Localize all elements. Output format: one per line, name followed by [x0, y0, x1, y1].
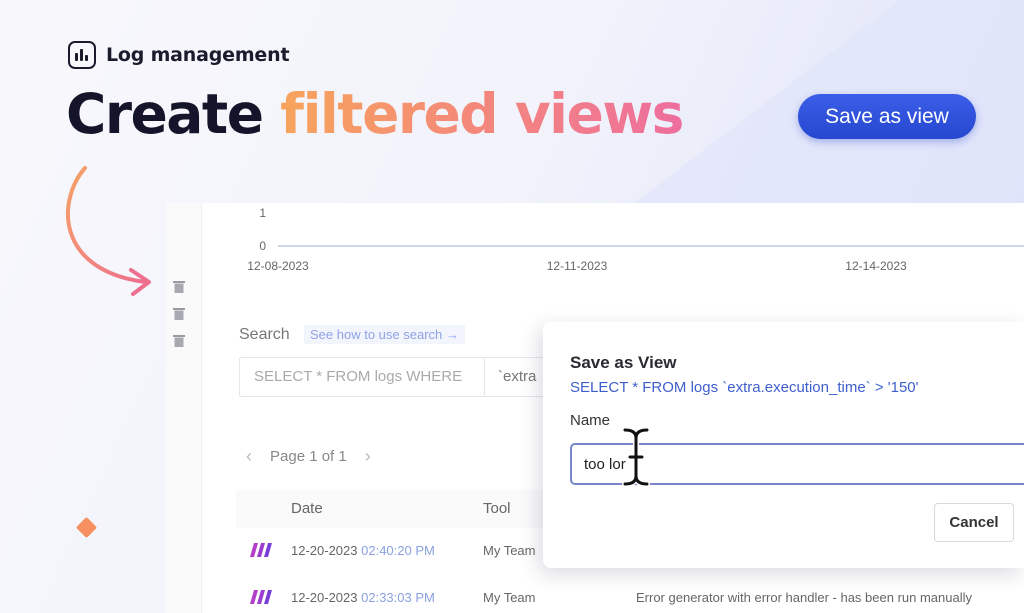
y-tick-label: 0	[259, 239, 266, 253]
cancel-button[interactable]: Cancel	[934, 503, 1014, 542]
search-help-link[interactable]: See how to use search →	[304, 325, 465, 344]
page-indicator: Page 1 of 1	[270, 448, 347, 465]
x-tick-label: 12-11-2023	[547, 259, 608, 273]
y-tick-label: 1	[259, 206, 266, 220]
x-tick-label: 12-14-2023	[845, 259, 907, 273]
diamond-decoration	[75, 516, 98, 539]
brand: Log management	[68, 41, 290, 69]
save-as-view-button[interactable]: Save as view	[798, 94, 976, 139]
row-team: My Team	[483, 590, 536, 605]
name-label: Name	[570, 412, 611, 429]
curved-arrow-icon	[66, 166, 151, 296]
column-header-date[interactable]: Date	[291, 500, 323, 517]
trash-icon[interactable]	[173, 307, 185, 320]
table-row[interactable]: 12-20-2023 02:33:03 PM My Team Error gen…	[236, 575, 1024, 613]
row-date: 12-20-2023 02:33:03 PM	[291, 590, 435, 605]
row-date: 12-20-2023 02:40:20 PM	[291, 543, 435, 558]
pagination: ‹ Page 1 of 1 ›	[246, 446, 371, 467]
text-cursor-icon	[622, 427, 650, 487]
column-header-tool[interactable]: Tool	[483, 500, 511, 517]
bar-chart-icon	[68, 41, 96, 69]
headline-plain: Create	[66, 82, 264, 146]
brand-label: Log management	[106, 44, 290, 66]
log-chart: 1 0 12-08-2023 12-11-2023 12-14-2023	[247, 206, 1024, 273]
x-tick-label: 12-08-2023	[247, 259, 309, 273]
row-team: My Team	[483, 543, 536, 558]
dialog-query: SELECT * FROM logs `extra.execution_time…	[570, 379, 919, 396]
search-label: Search	[239, 326, 290, 343]
make-logo-icon	[250, 590, 272, 604]
query-prefix-field[interactable]: SELECT * FROM logs WHERE	[239, 357, 485, 397]
row-description: Error generator with error handler - has…	[636, 590, 973, 605]
make-logo-icon	[250, 543, 272, 557]
page-title: Create filtered views	[66, 82, 684, 146]
trash-icon[interactable]	[173, 334, 185, 347]
dialog-title: Save as View	[570, 353, 677, 372]
chevron-right-icon[interactable]: ›	[365, 446, 371, 467]
headline-highlight: filtered views	[280, 82, 684, 146]
save-as-view-dialog: Save as View SELECT * FROM logs `extra.e…	[543, 322, 1024, 568]
chevron-left-icon[interactable]: ‹	[246, 446, 252, 467]
